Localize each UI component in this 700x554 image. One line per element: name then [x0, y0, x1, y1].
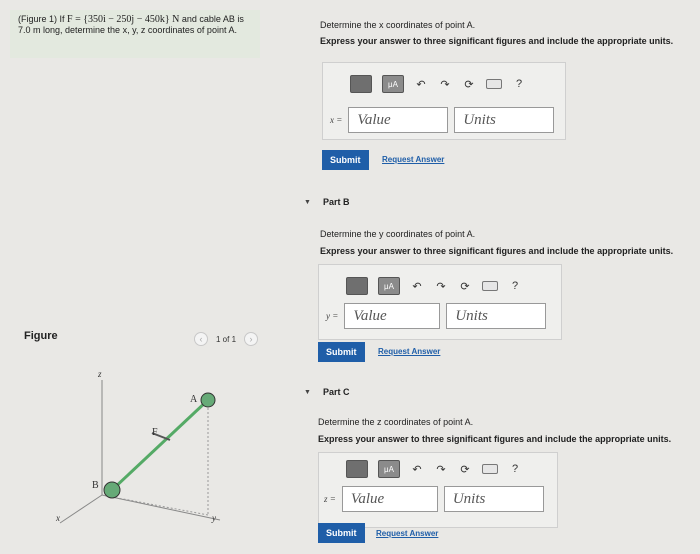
mu-a-button[interactable]: μA	[382, 75, 404, 93]
part-a-submit-button[interactable]: Submit	[322, 150, 369, 170]
part-c-question: Determine the z coordinates of point A.	[318, 417, 474, 427]
part-a-var: x =	[330, 115, 343, 125]
point-b-label: B	[92, 480, 99, 491]
part-a-question: Determine the x coordinates of point A.	[320, 20, 476, 30]
undo-icon[interactable]: ↶	[410, 280, 424, 293]
part-b-title: Part B	[322, 197, 350, 207]
help-icon[interactable]: ?	[508, 463, 522, 475]
part-b-instruction: Express your answer to three significant…	[320, 246, 674, 256]
problem-prefix: (Figure 1) If	[18, 14, 68, 24]
part-b-request-answer[interactable]: Request Answer	[378, 347, 440, 356]
part-c-header[interactable]: ▼ Part C	[304, 387, 349, 397]
reset-icon[interactable]: ⟳	[458, 280, 472, 293]
part-b-value-field[interactable]: Value	[344, 303, 441, 329]
z-axis-label: z	[97, 369, 102, 379]
undo-icon[interactable]: ↶	[414, 78, 428, 91]
redo-icon[interactable]: ↷	[438, 78, 452, 91]
redo-icon[interactable]: ↷	[434, 463, 448, 476]
part-b-header[interactable]: ▼ Part B	[304, 197, 349, 207]
keyboard-icon[interactable]	[482, 281, 498, 291]
part-c-request-answer[interactable]: Request Answer	[376, 529, 438, 538]
part-c-toolbar: μA ↶ ↷ ⟳ ?	[346, 460, 522, 478]
y-axis-label: y	[211, 513, 216, 523]
reset-icon[interactable]: ⟳	[462, 78, 476, 91]
template-icon[interactable]	[346, 460, 368, 478]
force-label: F	[152, 427, 158, 438]
pager-text: 1 of 1	[216, 334, 237, 344]
part-c-value-field[interactable]: Value	[341, 486, 438, 512]
chevron-left-icon[interactable]: ‹	[194, 332, 208, 346]
part-b-units-field[interactable]: Units	[446, 303, 547, 329]
mu-a-button[interactable]: μA	[378, 460, 400, 478]
page: (Figure 1) If F = {350i − 250j − 450k} N…	[0, 0, 700, 554]
mu-a-button[interactable]: μA	[378, 277, 400, 295]
part-b-question: Determine the y coordinates of point A.	[320, 229, 476, 239]
part-c-units-field[interactable]: Units	[443, 486, 544, 512]
problem-mid: and cable AB is	[179, 14, 244, 24]
redo-icon[interactable]: ↷	[434, 280, 448, 293]
part-b-input-row: y = Value Units	[326, 303, 547, 329]
point-a-label: A	[190, 394, 198, 405]
part-c-submit-button[interactable]: Submit	[318, 523, 365, 543]
template-icon[interactable]	[346, 277, 368, 295]
figure-diagram: z A F B x y	[55, 369, 221, 524]
cable-length: 7.0 m	[18, 25, 41, 35]
part-a-request-answer[interactable]: Request Answer	[382, 155, 444, 164]
problem-suffix: long, determine the x, y, z coordinates …	[40, 25, 237, 35]
caret-down-icon: ▼	[304, 198, 311, 206]
part-a-value-field[interactable]: Value	[348, 107, 449, 133]
figure-pager: ‹ 1 of 1 ›	[194, 332, 259, 346]
part-a-input-row: x = Value Units	[330, 107, 555, 133]
x-axis-label: x	[55, 513, 60, 523]
part-b-var: y =	[326, 311, 339, 321]
chevron-right-icon[interactable]: ›	[244, 332, 259, 346]
part-a-units-field[interactable]: Units	[454, 107, 555, 133]
figure-label: Figure	[24, 330, 58, 342]
part-c-instruction: Express your answer to three significant…	[318, 434, 672, 444]
keyboard-icon[interactable]	[482, 464, 498, 474]
part-c-input-row: z = Value Units	[324, 486, 544, 512]
template-icon[interactable]	[350, 75, 372, 93]
help-icon[interactable]: ?	[508, 280, 522, 292]
problem-statement: (Figure 1) If F = {350i − 250j − 450k} N…	[10, 10, 260, 58]
reset-icon[interactable]: ⟳	[458, 463, 472, 476]
part-c-var: z =	[324, 494, 336, 504]
undo-icon[interactable]: ↶	[410, 463, 424, 476]
keyboard-icon[interactable]	[486, 79, 502, 89]
part-a-toolbar: μA ↶ ↷ ⟳ ?	[350, 75, 526, 93]
force-vector: F = {350i − 250j − 450k} N	[67, 14, 180, 25]
part-a-instruction: Express your answer to three significant…	[320, 36, 674, 46]
part-b-submit-button[interactable]: Submit	[318, 342, 365, 362]
part-c-title: Part C	[322, 387, 350, 397]
part-a-prompt: Determine the x coordinates of point A. …	[320, 20, 673, 46]
caret-down-icon: ▼	[304, 388, 311, 396]
part-b-toolbar: μA ↶ ↷ ⟳ ?	[346, 277, 522, 295]
help-icon[interactable]: ?	[512, 78, 526, 90]
